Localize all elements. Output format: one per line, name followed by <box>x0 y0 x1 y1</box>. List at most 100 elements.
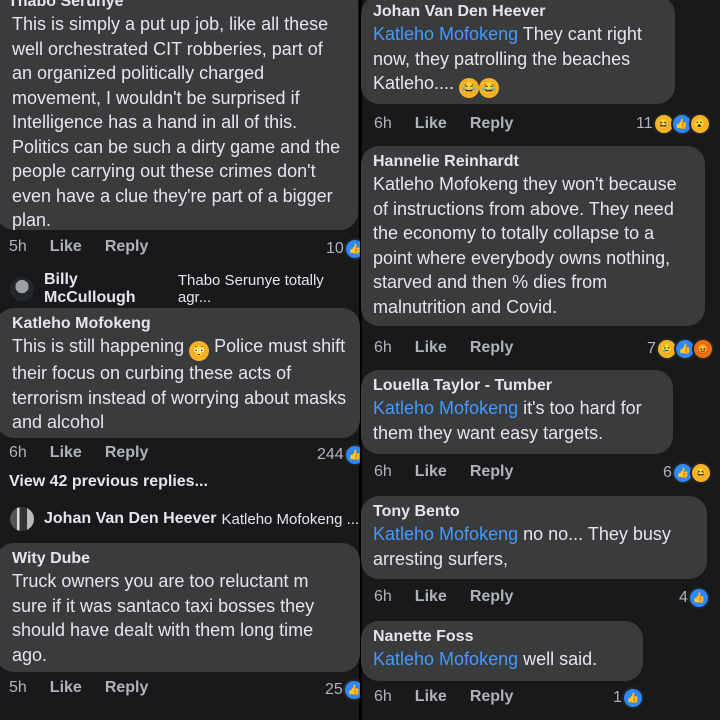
like-button[interactable]: Like <box>415 688 447 706</box>
reply-button[interactable]: Reply <box>470 463 514 481</box>
left-comment-column: Thabo Serunye This is simply a put up jo… <box>0 0 360 720</box>
comment-author[interactable]: Thabo Serunye <box>8 0 346 12</box>
laughing-emoji-icon: 😂 <box>459 78 480 98</box>
thumbs-up-icon: 👍 <box>687 587 710 609</box>
thumbs-up-icon: 👍 <box>343 238 360 260</box>
reaction-count: 1 <box>613 689 622 706</box>
like-button[interactable]: Like <box>50 238 82 256</box>
comment-bubble[interactable]: Nanette Foss Katleho Mofokeng well said. <box>361 621 643 681</box>
reply-author[interactable]: Billy McCullough <box>44 271 173 307</box>
reaction-count: 244 <box>317 446 344 463</box>
like-button[interactable]: Like <box>415 588 447 606</box>
flushed-emoji-icon: 😳 <box>189 341 210 361</box>
comment-time: 6h <box>374 688 392 705</box>
comment-author[interactable]: Johan Van Den Heever <box>373 2 663 22</box>
laughing-emoji-icon: 😆 <box>689 462 712 484</box>
mention-link[interactable]: Katleho Mofokeng <box>373 24 518 44</box>
avatar <box>10 277 34 301</box>
comment-text-part: This is still happening <box>12 336 185 356</box>
comment-text-part: well said. <box>518 649 598 669</box>
reaction-summary[interactable]: 4 👍 <box>679 587 710 609</box>
comment-author[interactable]: Louella Taylor - Tumber <box>373 376 661 396</box>
comment-bubble[interactable]: Tony Bento Katleho Mofokeng no no... The… <box>361 496 707 579</box>
comment-actions: 6h Like Reply <box>374 115 536 133</box>
comment-text: Katleho Mofokeng They cant right now, th… <box>373 22 663 98</box>
like-button[interactable]: Like <box>50 444 82 462</box>
comment-actions: 6h Like Reply <box>374 339 536 357</box>
like-button[interactable]: Like <box>415 339 447 357</box>
reply-author[interactable]: Johan Van Den Heever <box>44 510 217 528</box>
reaction-count: 4 <box>679 589 688 606</box>
reply-button[interactable]: Reply <box>470 688 514 706</box>
reaction-count: 25 <box>325 681 343 698</box>
reaction-count: 7 <box>647 340 656 357</box>
comment-author[interactable]: Hannelie Reinhardt <box>373 152 693 172</box>
comment-bubble[interactable]: Hannelie Reinhardt Katleho Mofokeng they… <box>361 146 705 326</box>
comment-bubble[interactable]: Johan Van Den Heever Katleho Mofokeng Th… <box>361 0 675 104</box>
reaction-summary[interactable]: 25 👍 <box>325 679 360 701</box>
laughing-emoji-icon: 😂 <box>479 78 500 98</box>
comment-time: 6h <box>374 115 392 132</box>
comment-author[interactable]: Wity Dube <box>8 549 348 569</box>
comment-actions: 6h Like Reply <box>374 688 536 706</box>
mention-link[interactable]: Katleho Mofokeng <box>373 398 518 418</box>
comment-actions: 5h Like Reply <box>9 238 171 256</box>
thumbs-up-icon: 👍 <box>621 687 644 709</box>
reaction-summary[interactable]: 1 👍 <box>613 687 644 709</box>
reply-preview[interactable]: Billy McCullough Thabo Serunye totally a… <box>10 271 360 307</box>
reaction-summary[interactable]: 6 👍 😆 <box>663 462 712 484</box>
reply-button[interactable]: Reply <box>470 588 514 606</box>
reaction-summary[interactable]: 244 👍 <box>317 444 360 466</box>
reply-text: Thabo Serunye totally agr... <box>177 272 324 306</box>
comment-bubble[interactable]: Wity Dube Truck owners you are too reluc… <box>0 543 360 672</box>
comment-bubble[interactable]: Katleho Mofokeng This is still happening… <box>0 308 360 438</box>
comment-time: 6h <box>374 588 392 605</box>
comment-time: 6h <box>374 339 392 356</box>
right-comment-column: Johan Van Den Heever Katleho Mofokeng Th… <box>361 0 720 720</box>
comment-actions: 6h Like Reply <box>374 588 536 606</box>
comment-text: Katleho Mofokeng it's too hard for them … <box>373 396 661 445</box>
comment-actions: 6h Like Reply <box>374 463 536 481</box>
comment-author[interactable]: Nanette Foss <box>373 627 631 647</box>
thumbs-up-icon: 👍 <box>343 444 360 466</box>
comment-actions: 6h Like Reply <box>9 444 171 462</box>
comment-author[interactable]: Katleho Mofokeng <box>8 314 348 334</box>
comment-bubble[interactable]: Thabo Serunye This is simply a put up jo… <box>0 0 358 230</box>
like-button[interactable]: Like <box>415 463 447 481</box>
reaction-count: 11 <box>636 115 653 132</box>
comment-text: This is still happening 😳 Police must sh… <box>8 334 348 435</box>
comment-author[interactable]: Tony Bento <box>373 502 695 522</box>
comment-time: 5h <box>9 679 27 696</box>
reply-button[interactable]: Reply <box>470 115 514 133</box>
comment-actions: 5h Like Reply <box>9 679 171 697</box>
angry-emoji-icon: 😡 <box>691 338 714 360</box>
reply-button[interactable]: Reply <box>105 444 149 462</box>
comment-text: Katleho Mofokeng no no... They busy arre… <box>373 522 695 571</box>
like-button[interactable]: Like <box>415 115 447 133</box>
comment-text: Katleho Mofokeng they won't because of i… <box>373 174 677 317</box>
comment-text: Katleho Mofokeng well said. <box>373 647 631 672</box>
reply-button[interactable]: Reply <box>470 339 514 357</box>
view-previous-replies-link[interactable]: View 42 previous replies... <box>9 473 208 491</box>
reaction-summary[interactable]: 7 😢 👍 😡 <box>647 338 714 360</box>
thumbs-up-icon: 👍 <box>342 679 360 701</box>
mention-link[interactable]: Katleho Mofokeng <box>373 649 518 669</box>
reply-text: Katleho Mofokeng ... <box>221 510 360 528</box>
mention-link[interactable]: Katleho Mofokeng <box>373 524 518 544</box>
wow-emoji-icon: 😮 <box>688 113 711 135</box>
comment-bubble[interactable]: Louella Taylor - Tumber Katleho Mofokeng… <box>361 370 673 454</box>
reaction-count: 10 <box>326 240 344 257</box>
comment-text: This is simply a put up job, like all th… <box>12 14 341 230</box>
comment-text: Truck owners you are too reluctant m sur… <box>12 571 315 665</box>
reaction-count: 6 <box>663 464 672 481</box>
avatar <box>10 507 34 531</box>
comment-time: 6h <box>374 463 392 480</box>
reaction-summary[interactable]: 11 😆 👍 😮 <box>636 113 711 135</box>
reaction-summary[interactable]: 10 👍 <box>326 238 360 260</box>
reply-button[interactable]: Reply <box>105 238 149 256</box>
reply-preview[interactable]: Johan Van Den Heever Katleho Mofokeng ..… <box>10 507 359 531</box>
comment-time: 6h <box>9 444 27 461</box>
like-button[interactable]: Like <box>50 679 82 697</box>
comment-time: 5h <box>9 238 27 255</box>
reply-button[interactable]: Reply <box>105 679 149 697</box>
